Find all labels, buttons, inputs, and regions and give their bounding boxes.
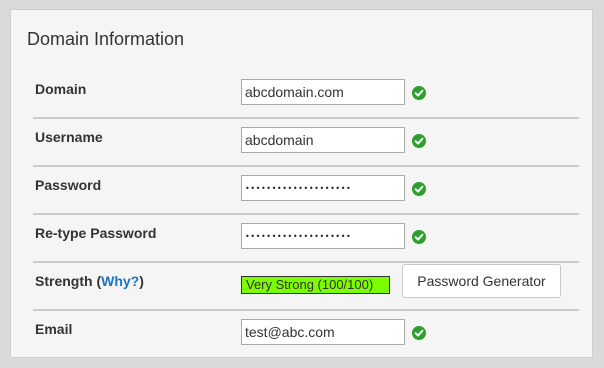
password-strength-meter: Very Strong (100/100)	[241, 276, 390, 294]
password-label: Password	[35, 177, 102, 193]
email-valid-check-icon	[412, 326, 426, 340]
retype-password-label: Re-type Password	[35, 225, 157, 241]
username-row: Username	[33, 117, 579, 167]
strength-label-text: Strength	[35, 273, 93, 289]
strength-label: Strength (Why?)	[35, 273, 144, 289]
username-input[interactable]	[241, 127, 405, 153]
password-valid-check-icon	[412, 182, 426, 196]
password-row: Password	[33, 165, 579, 215]
email-label: Email	[35, 321, 73, 337]
retype-password-valid-check-icon	[412, 230, 426, 244]
strength-close-paren: )	[139, 273, 144, 289]
domain-row: Domain	[33, 69, 579, 119]
retype-password-row: Re-type Password	[33, 213, 579, 263]
domain-valid-check-icon	[412, 86, 426, 100]
password-input[interactable]	[241, 175, 405, 201]
strength-row: Strength (Why?) Very Strong (100/100) Pa…	[33, 261, 579, 311]
why-link[interactable]: Why?	[101, 273, 139, 289]
email-input[interactable]	[241, 319, 405, 345]
retype-password-input[interactable]	[241, 223, 405, 249]
username-label: Username	[35, 129, 103, 145]
section-title: Domain Information	[27, 29, 185, 49]
strength-open-paren: (	[92, 273, 102, 289]
domain-label: Domain	[35, 81, 87, 97]
domain-input[interactable]	[241, 79, 405, 105]
password-generator-button[interactable]: Password Generator	[402, 264, 561, 298]
domain-information-panel: Domain Information Domain Username Passw…	[10, 9, 593, 358]
email-row: Email	[33, 309, 579, 357]
username-valid-check-icon	[412, 134, 426, 148]
